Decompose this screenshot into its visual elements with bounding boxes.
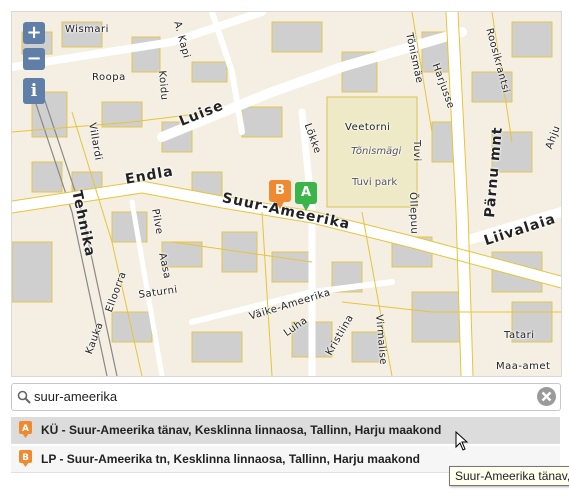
place-label-tonismagi: Tõnismägi [351, 146, 402, 157]
info-button[interactable]: i [23, 78, 45, 104]
place-label-tuvi-park: Tuvi park [352, 177, 398, 188]
map-marker-b[interactable]: B [269, 180, 291, 210]
search-bar [11, 383, 561, 411]
place-label-maa-amet: Maa-amet [496, 361, 551, 372]
marker-b-label: B [269, 180, 291, 202]
street-label-ollepuu: Õllepuu [407, 192, 420, 235]
mouse-cursor-icon [455, 431, 469, 451]
result-label-a: KÜ - Suur-Ameerika tänav, Kesklinna linn… [41, 423, 442, 437]
result-label-b: LP - Suur-Ameerika tn, Kesklinna linnaos… [41, 452, 420, 466]
tooltip: Suur-Ameerika tänav, [449, 466, 569, 486]
map-view[interactable]: Wismari A. Kapi Roopa Koidu Luise Villar… [11, 11, 562, 377]
search-icon [17, 390, 31, 404]
result-marker-b-icon: B [19, 450, 32, 467]
marker-a-label: A [295, 182, 317, 204]
marker-b-pointer [275, 200, 285, 209]
street-label-wismari: Wismari [65, 24, 109, 35]
zoom-out-button[interactable]: − [23, 48, 45, 70]
street-label-tuvi: Tuvi [411, 140, 422, 162]
street-label-roopa: Roopa [92, 72, 126, 83]
map-marker-a[interactable]: A [295, 182, 317, 212]
street-label-tatari: Tatari [504, 330, 535, 341]
result-item-a[interactable]: A KÜ - Suur-Ameerika tänav, Kesklinna li… [11, 417, 560, 444]
search-input[interactable] [34, 387, 534, 405]
clear-icon[interactable] [536, 386, 557, 407]
result-marker-b-letter: B [22, 453, 29, 463]
street-label-veetorni: Veetorni [345, 122, 391, 133]
zoom-in-button[interactable]: + [23, 22, 45, 44]
result-marker-a-icon: A [19, 421, 32, 438]
marker-a-pointer [301, 202, 311, 211]
result-marker-a-letter: A [22, 424, 29, 434]
